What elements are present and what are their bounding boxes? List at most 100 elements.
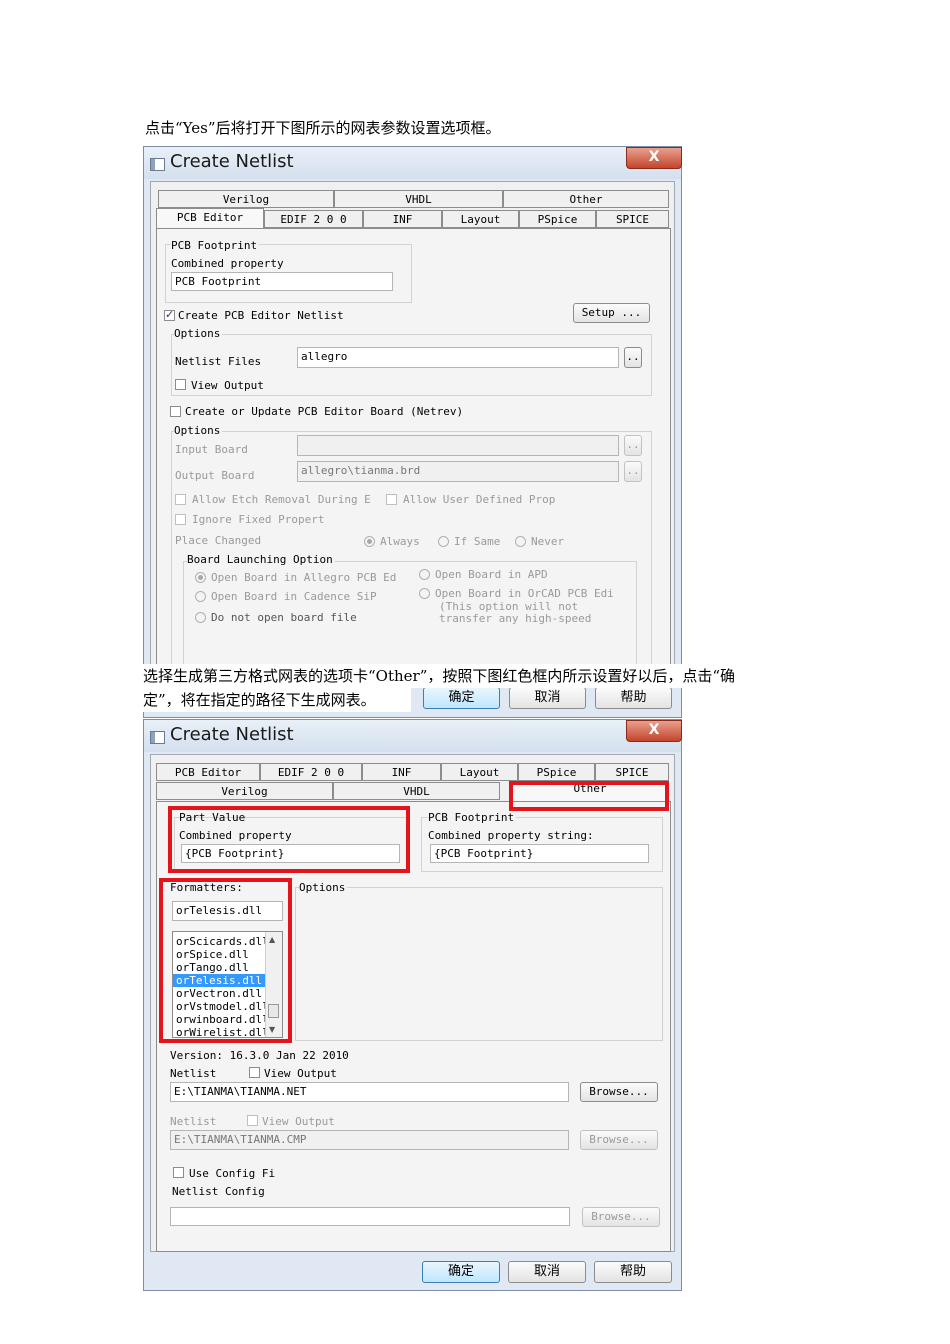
allow-etch-checkbox[interactable]	[175, 494, 186, 505]
use-config-checkbox[interactable]	[173, 1167, 184, 1178]
orcad-note-line2: transfer any high-speed	[439, 612, 592, 625]
netlist-path-input[interactable]: E:\TIANMA\TIANMA.NET	[170, 1082, 569, 1102]
tab-panel: PCB Footprint Combined property PCB Foot…	[156, 228, 671, 675]
radio-if-same-label: If Same	[454, 535, 501, 548]
ignore-fixed-label: Ignore Fixed Propert	[192, 513, 325, 526]
netlist-browse-button[interactable]: Browse...	[580, 1082, 658, 1102]
create-netlist-dialog-pcb-editor: Create Netlist X Verilog VHDL Other PCB …	[143, 146, 682, 718]
input-board-label: Input Board	[175, 443, 248, 456]
view-output-checkbox[interactable]	[175, 379, 186, 390]
netlist-config-input[interactable]	[170, 1207, 570, 1226]
tab-layout[interactable]: Layout	[441, 763, 518, 781]
tab-verilog[interactable]: Verilog	[156, 782, 333, 800]
radio-open-orcad[interactable]	[419, 588, 430, 599]
pcb-footprint-title: PCB Footprint	[428, 811, 517, 824]
tab-pcb-editor[interactable]: PCB Editor	[156, 208, 264, 229]
netlist-files-browse-button[interactable]: ..	[624, 347, 642, 368]
radio-open-apd[interactable]	[419, 569, 430, 580]
tab-pspice[interactable]: PSpice	[519, 210, 596, 228]
tab-edif[interactable]: EDIF 2 0 0	[264, 210, 363, 228]
tab-verilog[interactable]: Verilog	[158, 190, 334, 208]
netlist2-label: Netlist	[170, 1115, 217, 1128]
intro-paragraph: 点击“Yes”后将打开下图所示的网表参数设置选项框。	[145, 119, 501, 137]
radio-never[interactable]	[515, 536, 526, 547]
netlist-config-label: Netlist Config	[172, 1185, 265, 1198]
radio-open-allegro[interactable]	[195, 572, 206, 583]
help-button[interactable]: 帮助	[595, 687, 672, 709]
create-board-checkbox[interactable]	[170, 406, 181, 417]
pcb-footprint-input[interactable]: {PCB Footprint}	[430, 844, 649, 863]
window-title: Create Netlist	[170, 151, 294, 172]
view-output-label: View Output	[264, 1067, 337, 1080]
tab-spice[interactable]: SPICE	[596, 210, 669, 228]
radio-do-not-open[interactable]	[195, 612, 206, 623]
view-output-label: View Output	[191, 379, 264, 392]
open-apd-label: Open Board in APD	[435, 568, 548, 581]
instruction-paragraph-line1: 选择生成第三方格式网表的选项卡“Other”，按照下图红色框内所示设置好以后，点…	[143, 664, 823, 688]
netlist2-browse-button[interactable]: Browse...	[580, 1130, 658, 1150]
tab-other[interactable]: Other	[503, 190, 669, 208]
tab-vhdl[interactable]: VHDL	[333, 782, 500, 800]
tab-pcb-editor[interactable]: PCB Editor	[156, 763, 260, 781]
view-output-checkbox[interactable]	[249, 1067, 260, 1078]
create-netlist-dialog-other: Create Netlist X PCB Editor EDIF 2 0 0 I…	[143, 719, 682, 1291]
radio-open-cadence[interactable]	[195, 591, 206, 602]
title-bar: Create Netlist X	[144, 147, 682, 179]
netlist-files-input[interactable]: allegro	[297, 347, 619, 368]
tab-inf[interactable]: INF	[362, 763, 441, 781]
pcb-footprint-title: PCB Footprint	[171, 239, 260, 252]
ok-button[interactable]: 确定	[422, 1261, 500, 1283]
title-bar: Create Netlist X	[144, 720, 682, 752]
open-orcad-label: Open Board in OrCAD PCB Edi	[435, 587, 614, 600]
cancel-button[interactable]: 取消	[509, 687, 586, 709]
tab-layout[interactable]: Layout	[442, 210, 519, 228]
instruction-paragraph-line2: 定”，将在指定的路径下生成网表。	[143, 688, 411, 712]
ok-button[interactable]: 确定	[423, 687, 500, 709]
ignore-fixed-checkbox[interactable]	[175, 514, 186, 525]
create-netlist-checkbox[interactable]	[164, 308, 175, 321]
open-cadence-label: Open Board in Cadence SiP	[211, 590, 377, 603]
highlight-part-value	[168, 806, 410, 873]
radio-never-label: Never	[531, 535, 565, 548]
open-allegro-label: Open Board in Allegro PCB Ed	[211, 571, 397, 584]
board-launching-title: Board Launching Option	[187, 553, 335, 566]
output-board-browse-button[interactable]: ..	[624, 461, 642, 482]
highlight-other-tab	[509, 781, 669, 811]
tab-pspice[interactable]: PSpice	[518, 763, 595, 781]
netlist-label: Netlist	[170, 1067, 217, 1080]
tab-inf[interactable]: INF	[363, 210, 442, 228]
help-button[interactable]: 帮助	[594, 1261, 672, 1283]
tab-spice[interactable]: SPICE	[595, 763, 669, 781]
create-netlist-label: Create PCB Editor Netlist	[178, 309, 344, 322]
close-button[interactable]: X	[626, 720, 682, 742]
radio-if-same[interactable]	[438, 536, 449, 547]
allow-user-label: Allow User Defined Prop	[403, 493, 556, 506]
window-icon	[150, 731, 165, 744]
config-browse-button[interactable]: Browse...	[582, 1207, 660, 1227]
allow-user-checkbox[interactable]	[386, 494, 397, 505]
input-board-input[interactable]	[297, 435, 619, 456]
tab-vhdl[interactable]: VHDL	[334, 190, 503, 208]
input-board-browse-button[interactable]: ..	[624, 435, 642, 456]
output-board-label: Output Board	[175, 469, 255, 482]
cancel-button[interactable]: 取消	[508, 1261, 586, 1283]
combined-property-label: Combined property	[171, 257, 284, 270]
window-icon	[150, 158, 165, 171]
tab-edif[interactable]: EDIF 2 0 0	[260, 763, 362, 781]
close-button[interactable]: X	[626, 147, 682, 169]
setup-button[interactable]: Setup ...	[573, 303, 650, 323]
view-output2-label: View Output	[262, 1115, 335, 1128]
radio-always[interactable]	[364, 536, 375, 547]
options-title: Options	[174, 327, 223, 340]
place-changed-label: Place Changed	[175, 534, 262, 547]
highlight-formatters	[159, 878, 292, 1043]
options-title: Options	[299, 881, 348, 894]
output-board-input[interactable]: allegro\tianma.brd	[297, 461, 619, 482]
window-title: Create Netlist	[170, 724, 294, 745]
netlist2-path-input[interactable]: E:\TIANMA\TIANMA.CMP	[170, 1130, 569, 1150]
do-not-open-label: Do not open board file	[211, 611, 357, 624]
view-output2-checkbox[interactable]	[247, 1115, 258, 1126]
combined-property-input[interactable]: PCB Footprint	[171, 272, 393, 291]
pcb-footprint-combined-label: Combined property string:	[428, 829, 594, 842]
netlist-files-label: Netlist Files	[175, 355, 262, 368]
